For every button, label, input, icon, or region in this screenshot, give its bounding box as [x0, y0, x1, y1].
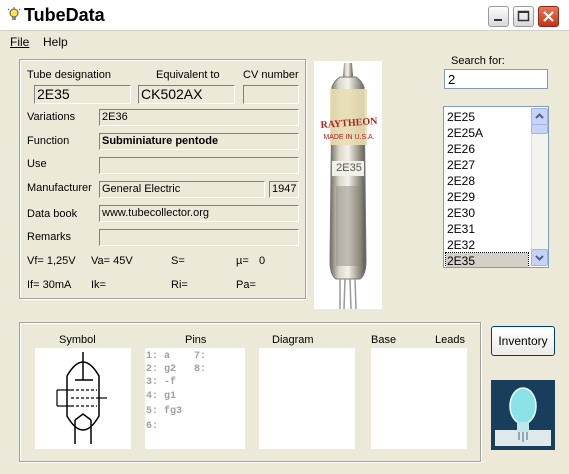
menu-help[interactable]: Help	[43, 35, 68, 49]
list-item[interactable]: 2E26	[446, 141, 528, 157]
list-item[interactable]: 2E27	[446, 157, 528, 173]
manufacturer-field[interactable]: General Electric	[99, 181, 265, 198]
list-item[interactable]: 2E32	[446, 237, 528, 253]
maximize-button[interactable]	[513, 6, 534, 27]
equivalent-to-label: Equivalent to	[156, 69, 220, 81]
equivalent-to-field[interactable]: CK502AX	[138, 85, 235, 104]
photo-made-in: MADE IN U.S.A.	[323, 134, 375, 141]
use-field[interactable]	[99, 157, 299, 174]
variations-label: Variations	[27, 111, 76, 123]
pin-5: 5: fg3	[146, 406, 183, 417]
inventory-button[interactable]: Inventory	[491, 326, 555, 356]
list-item[interactable]: 2E30	[446, 205, 528, 221]
list-item[interactable]: 2E31	[446, 221, 528, 237]
tube-designation-label: Tube designation	[27, 69, 111, 81]
param-if: If= 30mA	[27, 279, 72, 291]
param-ik: Ik=	[91, 279, 106, 291]
tube-logo	[491, 380, 555, 450]
pentode-symbol-icon	[56, 352, 107, 444]
tube-designation-field[interactable]: 2E35	[34, 85, 131, 104]
param-s: S=	[171, 255, 185, 267]
function-label: Function	[27, 135, 70, 147]
use-label: Use	[27, 158, 47, 170]
year-field[interactable]: 1947	[269, 181, 299, 198]
pin-3: 3: -f	[146, 377, 177, 388]
param-mu-value: 0	[259, 255, 266, 267]
close-button[interactable]	[538, 6, 559, 27]
minimize-icon	[494, 19, 502, 21]
param-va: Va= 45V	[91, 255, 133, 267]
cv-number-field[interactable]	[243, 85, 299, 104]
diagram-panel	[259, 348, 355, 449]
window-title: TubeData	[24, 5, 105, 25]
pin-8: 8:	[194, 364, 207, 375]
base-header: Base	[371, 334, 397, 346]
diagram-header: Diagram	[272, 334, 314, 346]
list-item-selected[interactable]: 2E35	[445, 252, 529, 267]
pins-panel: 1: a 2: g2 3: -f 4: g1 5: fg3 6: 7: 8:	[145, 348, 245, 449]
tube-logo-icon	[491, 380, 555, 450]
list-item[interactable]: 2E28	[446, 173, 528, 189]
function-field[interactable]: Subminiature pentode	[99, 133, 299, 150]
scroll-down-button[interactable]	[531, 249, 548, 266]
menu-bar	[0, 31, 569, 51]
base-leads-panel	[371, 348, 467, 449]
cv-number-label: CV number	[243, 69, 299, 81]
manufacturer-label: Manufacturer	[27, 182, 92, 194]
pin-1: 1: a	[146, 351, 171, 362]
data-book-field[interactable]: www.tubecollector.org	[99, 205, 299, 222]
list-item[interactable]: 2E25	[446, 109, 528, 125]
leads-header: Leads	[435, 334, 465, 346]
list-item[interactable]: 2E25A	[446, 125, 528, 141]
menu-file[interactable]: File	[10, 35, 29, 49]
pin-6: 6:	[146, 421, 159, 432]
chevron-down-icon	[535, 255, 544, 261]
param-vf: Vf= 1,25V	[27, 255, 76, 267]
scroll-thumb[interactable]	[531, 124, 548, 134]
chevron-up-icon	[535, 113, 544, 119]
data-book-label: Data book	[27, 208, 78, 220]
param-mu: µ=	[236, 255, 249, 267]
search-label: Search for:	[451, 55, 505, 67]
search-input[interactable]: 2	[444, 69, 548, 89]
maximize-icon	[517, 10, 530, 22]
remarks-label: Remarks	[27, 231, 72, 243]
symbol-header: Symbol	[59, 334, 96, 346]
close-icon	[543, 11, 554, 22]
minimize-button[interactable]	[488, 6, 509, 27]
pin-7: 7:	[194, 351, 207, 362]
param-ri: Ri=	[171, 279, 188, 291]
symbol-panel	[35, 348, 131, 449]
list-item[interactable]: 2E29	[446, 189, 528, 205]
variations-field[interactable]: 2E36	[99, 109, 299, 126]
param-pa: Pa=	[236, 279, 256, 291]
scroll-up-button[interactable]	[531, 108, 548, 125]
lightbulb-icon	[6, 7, 22, 23]
photo-type: 2E35	[336, 162, 362, 174]
remarks-field[interactable]	[99, 229, 299, 246]
pins-header: Pins	[185, 334, 207, 346]
pin-2: 2: g2	[146, 364, 177, 375]
tube-photo: RAYTHEON MADE IN U.S.A. 2E35	[314, 61, 382, 310]
pin-4: 4: g1	[146, 391, 177, 402]
tube-list[interactable]: 2E25 2E25A 2E26 2E27 2E28 2E29 2E30 2E31…	[443, 106, 549, 268]
